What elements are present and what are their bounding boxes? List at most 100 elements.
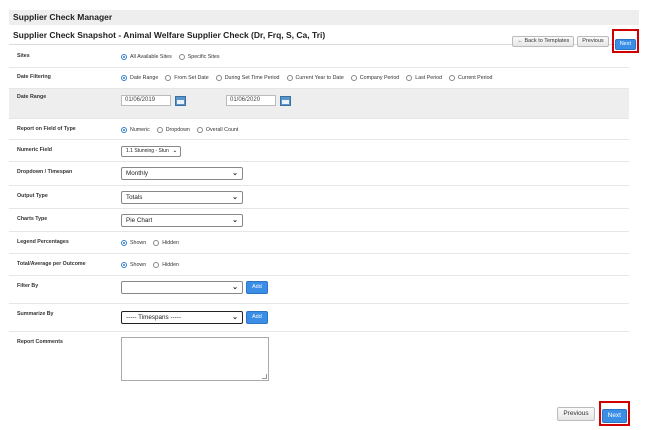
highlight-box-bottom: Next [598, 401, 630, 426]
radio-icon [286, 75, 293, 81]
back-to-templates-button[interactable]: ← Back to Templates [512, 35, 575, 47]
date-range-label: Date Range [17, 94, 47, 100]
row-dropdown-timespan: Dropdown / Timespan Monthly ⌄ [9, 162, 629, 186]
numeric-field-control: 1.1 Stunning - Stun ⌄ [121, 146, 181, 157]
row-numeric-field: Numeric Field 1.1 Stunning - Stun ⌄ [9, 140, 629, 162]
calendar-icon[interactable] [280, 95, 291, 106]
report-comments-label: Report Comments [17, 339, 63, 345]
row-report-comments: Report Comments [9, 332, 629, 386]
date-from-input[interactable]: 01/06/2019 [121, 95, 171, 106]
row-filter-by: Filter By ⌄ Add [9, 276, 629, 304]
legend-hidden-option[interactable]: Hidden [153, 240, 179, 246]
select-value: ----- Timespans ----- [126, 314, 181, 321]
option-label: From Set Date [174, 75, 209, 81]
output-type-label: Output Type [17, 193, 48, 199]
date-filter-date-range[interactable]: Date Range [121, 75, 158, 81]
charts-type-select[interactable]: Pie Chart ⌄ [121, 214, 243, 227]
radio-selected-icon [121, 54, 127, 60]
option-label: Numeric [130, 127, 150, 133]
date-filter-current-period[interactable]: Current Period [449, 75, 493, 81]
dropdown-timespan-control: Monthly ⌄ [121, 167, 243, 180]
date-filtering-options: Date Range From Set Date During Set Time… [121, 75, 500, 81]
previous-button-top[interactable]: Previous [577, 35, 609, 47]
date-filter-current-year-to-date[interactable]: Current Year to Date [286, 75, 344, 81]
row-sites: Sites All Available Sites Specific Sites [9, 48, 629, 68]
next-button-bottom[interactable]: Next [601, 409, 627, 423]
date-to-input[interactable]: 01/06/2020 [226, 95, 276, 106]
radio-icon [196, 127, 203, 133]
option-label: During Set Time Period [224, 75, 280, 81]
select-value: Monthly [126, 170, 149, 177]
radio-selected-icon [121, 262, 127, 268]
report-field-overall-count[interactable]: Overall Count [196, 127, 238, 133]
report-comments-control [121, 337, 269, 381]
numeric-field-select[interactable]: 1.1 Stunning - Stun ⌄ [121, 146, 181, 157]
chevron-down-icon: ⌄ [232, 284, 238, 291]
radio-icon [153, 240, 160, 246]
app-header: Supplier Check Manager [9, 10, 639, 25]
total-average-label: Total/Average per Outcome [17, 261, 86, 267]
report-comments-textarea[interactable] [121, 337, 269, 381]
charts-type-control: Pie Chart ⌄ [121, 214, 243, 227]
legend-percentages-options: Shown Hidden [121, 240, 186, 246]
row-output-type: Output Type Totals ⌄ [9, 186, 629, 209]
legend-percentages-label: Legend Percentages [17, 239, 69, 245]
report-form: Sites All Available Sites Specific Sites… [9, 48, 629, 386]
numeric-field-label: Numeric Field [17, 147, 53, 153]
output-type-select[interactable]: Totals ⌄ [121, 191, 243, 204]
filter-by-add-button[interactable]: Add [246, 281, 268, 294]
row-summarize-by: Summarize By ----- Timespans ----- ⌄ Add [9, 304, 629, 332]
radio-icon [153, 262, 160, 268]
radio-selected-icon [121, 127, 127, 133]
output-type-control: Totals ⌄ [121, 191, 243, 204]
calendar-icon[interactable] [175, 95, 186, 106]
option-label: Current Year to Date [295, 75, 344, 81]
bottom-button-group: Previous Next [557, 401, 630, 426]
sites-option-all[interactable]: All Available Sites [121, 54, 172, 60]
row-charts-type: Charts Type Pie Chart ⌄ [9, 209, 629, 232]
option-label: Hidden [162, 240, 179, 246]
page-title: Supplier Check Snapshot - Animal Welfare… [13, 30, 326, 40]
option-label: Specific Sites [187, 54, 220, 60]
option-label: Date Range [130, 75, 159, 81]
radio-icon [165, 75, 172, 81]
row-report-on-field: Report on Field of Type Numeric Dropdown… [9, 119, 629, 140]
option-label: Last Period [415, 75, 443, 81]
sites-option-specific[interactable]: Specific Sites [178, 54, 220, 60]
radio-icon [156, 127, 163, 133]
select-value: 1.1 Stunning - Stun [126, 148, 169, 154]
previous-button-bottom[interactable]: Previous [557, 406, 595, 421]
total-average-options: Shown Hidden [121, 262, 186, 268]
select-value: Pie Chart [126, 217, 153, 224]
date-filter-company-period[interactable]: Company Period [350, 75, 400, 81]
report-field-numeric[interactable]: Numeric [121, 127, 150, 133]
report-on-field-label: Report on Field of Type [17, 126, 76, 132]
option-label: Dropdown [165, 127, 190, 133]
option-label: Shown [130, 262, 147, 268]
back-to-templates-label: Back to Templates [524, 37, 570, 44]
chevron-down-icon: ⌄ [232, 314, 238, 321]
summarize-by-select[interactable]: ----- Timespans ----- ⌄ [121, 311, 243, 324]
radio-icon [178, 54, 185, 60]
option-label: All Available Sites [130, 54, 172, 60]
row-total-average: Total/Average per Outcome Shown Hidden [9, 254, 629, 276]
dropdown-timespan-select[interactable]: Monthly ⌄ [121, 167, 243, 180]
summarize-by-label: Summarize By [17, 311, 54, 317]
sites-label: Sites [17, 53, 30, 59]
radio-selected-icon [121, 75, 127, 81]
date-filter-last-period[interactable]: Last Period [406, 75, 442, 81]
filter-by-label: Filter By [17, 283, 39, 289]
summarize-by-control: ----- Timespans ----- ⌄ Add [121, 311, 268, 324]
total-average-shown-option[interactable]: Shown [121, 262, 146, 268]
total-average-hidden-option[interactable]: Hidden [153, 262, 179, 268]
filter-by-select[interactable]: ⌄ [121, 281, 243, 294]
report-field-dropdown[interactable]: Dropdown [156, 127, 190, 133]
radio-icon [406, 75, 413, 81]
date-filter-during-set-time-period[interactable]: During Set Time Period [215, 75, 280, 81]
summarize-by-add-button[interactable]: Add [246, 311, 268, 324]
option-label: Company Period [359, 75, 400, 81]
chevron-down-icon: ⌄ [232, 170, 238, 177]
title-bar: Supplier Check Snapshot - Animal Welfare… [9, 27, 639, 53]
legend-shown-option[interactable]: Shown [121, 240, 146, 246]
date-filter-from-set-date[interactable]: From Set Date [165, 75, 209, 81]
